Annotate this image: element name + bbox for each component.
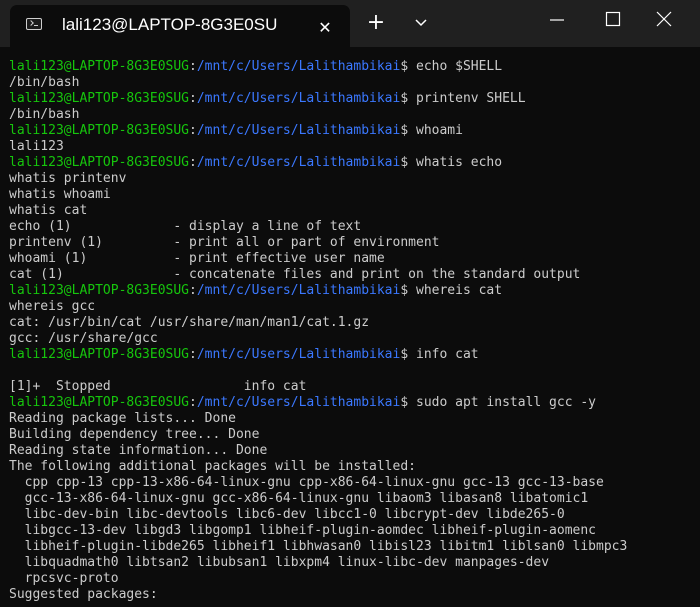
output-line: The following additional packages will b… [9, 459, 416, 475]
prompt-path: /mnt/c/Users/Lalithambikai [196, 347, 401, 362]
output-line: /bin/bash [9, 107, 79, 123]
output-text: The following additional packages will b… [9, 459, 416, 474]
tab-close-button[interactable]: ✕ [310, 14, 340, 42]
prompt-path: /mnt/c/Users/Lalithambikai [196, 155, 401, 170]
prompt-path: /mnt/c/Users/Lalithambikai [196, 283, 401, 298]
prompt-line: lali123@LAPTOP-8G3E0SUG:/mnt/c/Users/Lal… [9, 59, 502, 75]
title-bar[interactable]: lali123@LAPTOP-8G3E0SU ✕ + [0, 0, 700, 47]
output-line: libc-dev-bin libc-devtools libc6-dev lib… [9, 507, 565, 523]
prompt-line: lali123@LAPTOP-8G3E0SUG:/mnt/c/Users/Lal… [9, 283, 502, 299]
output-text: libc-dev-bin libc-devtools libc6-dev lib… [9, 507, 565, 522]
command-text: $ echo $SHELL [400, 59, 503, 74]
output-line: whoami (1) - print effective user name [9, 251, 385, 267]
prompt-user: lali123@LAPTOP-8G3E0SUG [9, 59, 190, 74]
output-line: rpcsvc-proto [9, 571, 119, 587]
close-window-icon[interactable] [652, 10, 676, 30]
command-text: $ whatis echo [400, 155, 503, 170]
output-line: whatis whoami [9, 187, 111, 203]
output-line: echo (1) - display a line of text [9, 219, 361, 235]
output-text: cpp cpp-13 cpp-13-x86-64-linux-gnu cpp-x… [9, 475, 604, 490]
output-line: whereis gcc [9, 299, 95, 315]
output-line: Reading package lists... Done [9, 411, 236, 427]
output-line: gcc-13-x86-64-linux-gnu gcc-x86-64-linux… [9, 491, 589, 507]
prompt-user: lali123@LAPTOP-8G3E0SUG [9, 395, 190, 410]
prompt-user: lali123@LAPTOP-8G3E0SUG [9, 91, 190, 106]
output-text: Reading package lists... Done [9, 411, 236, 426]
chevron-down-icon[interactable] [408, 10, 434, 36]
output-text: /bin/bash [9, 107, 80, 122]
output-line: whatis cat [9, 203, 87, 219]
output-text: gcc-13-x86-64-linux-gnu gcc-x86-64-linux… [9, 491, 589, 506]
command-text: $ sudo apt install gcc -y [400, 395, 597, 410]
output-line: gcc: /usr/share/gcc [9, 331, 158, 347]
output-text: gcc: /usr/share/gcc [9, 331, 158, 346]
prompt-path: /mnt/c/Users/Lalithambikai [196, 123, 401, 138]
output-text: whereis gcc [9, 299, 96, 314]
output-line: cat: /usr/bin/cat /usr/share/man/man1/ca… [9, 315, 369, 331]
output-line: [1]+ Stopped info cat [9, 379, 306, 395]
prompt-separator: : [189, 347, 197, 362]
terminal-window: lali123@LAPTOP-8G3E0SU ✕ + lali123@LAPTO… [0, 0, 700, 607]
output-text: libheif-plugin-libde265 libheif1 libhwas… [9, 539, 628, 554]
output-text: Suggested packages: [9, 587, 158, 602]
output-line: Reading state information... Done [9, 443, 267, 459]
prompt-line: lali123@LAPTOP-8G3E0SUG:/mnt/c/Users/Lal… [9, 347, 479, 363]
output-text: cat (1) - concatenate files and print on… [9, 267, 581, 282]
maximize-icon[interactable] [601, 10, 625, 30]
output-text: /bin/bash [9, 75, 80, 90]
output-line: Building dependency tree... Done [9, 427, 259, 443]
prompt-separator: : [189, 123, 197, 138]
prompt-line: lali123@LAPTOP-8G3E0SUG:/mnt/c/Users/Lal… [9, 123, 463, 139]
output-text: whoami (1) - print effective user name [9, 251, 385, 266]
output-line: libquadmath0 libtsan2 libubsan1 libxpm4 … [9, 555, 549, 571]
output-text: libgcc-13-dev libgd3 libgomp1 libheif-pl… [9, 523, 596, 538]
output-text: Building dependency tree... Done [9, 427, 260, 442]
output-line: cpp cpp-13 cpp-13-x86-64-linux-gnu cpp-x… [9, 475, 604, 491]
output-line: cat (1) - concatenate files and print on… [9, 267, 580, 283]
output-text: cat: /usr/bin/cat /usr/share/man/man1/ca… [9, 315, 370, 330]
prompt-line: lali123@LAPTOP-8G3E0SUG:/mnt/c/Users/Lal… [9, 395, 596, 411]
minimize-icon[interactable] [545, 10, 569, 30]
prompt-line: lali123@LAPTOP-8G3E0SUG:/mnt/c/Users/Lal… [9, 91, 526, 107]
command-text: $ printenv SHELL [400, 91, 526, 106]
prompt-separator: : [189, 91, 197, 106]
prompt-separator: : [189, 283, 197, 298]
output-line: libheif-plugin-libde265 libheif1 libhwas… [9, 539, 628, 555]
command-text: $ whoami [400, 123, 463, 138]
prompt-path: /mnt/c/Users/Lalithambikai [196, 395, 401, 410]
prompt-user: lali123@LAPTOP-8G3E0SUG [9, 347, 190, 362]
tab-title: lali123@LAPTOP-8G3E0SU [62, 15, 278, 34]
output-text: whatis cat [9, 203, 88, 218]
prompt-separator: : [189, 395, 197, 410]
output-text: echo (1) - display a line of text [9, 219, 362, 234]
output-text: whatis printenv [9, 171, 127, 186]
output-text: lali123 [9, 139, 64, 154]
new-tab-button[interactable]: + [362, 8, 390, 38]
prompt-user: lali123@LAPTOP-8G3E0SUG [9, 123, 190, 138]
output-line: lali123 [9, 139, 64, 155]
prompt-path: /mnt/c/Users/Lalithambikai [196, 59, 401, 74]
output-line: /bin/bash [9, 75, 79, 91]
prompt-separator: : [189, 155, 197, 170]
output-line: whatis printenv [9, 171, 126, 187]
output-text: whatis whoami [9, 187, 111, 202]
prompt-user: lali123@LAPTOP-8G3E0SUG [9, 283, 190, 298]
prompt-user: lali123@LAPTOP-8G3E0SUG [9, 155, 190, 170]
output-text: Reading state information... Done [9, 443, 268, 458]
terminal-output[interactable]: lali123@LAPTOP-8G3E0SUG:/mnt/c/Users/Lal… [0, 59, 700, 607]
output-line: libgcc-13-dev libgd3 libgomp1 libheif-pl… [9, 523, 596, 539]
terminal-icon [26, 18, 42, 30]
output-text: printenv (1) - print all or part of envi… [9, 235, 440, 250]
output-line: Suggested packages: [9, 587, 158, 603]
command-text: $ info cat [400, 347, 479, 362]
command-text: $ whereis cat [400, 283, 503, 298]
output-text: rpcsvc-proto [9, 571, 119, 586]
terminal-tab[interactable]: lali123@LAPTOP-8G3E0SU ✕ [10, 5, 350, 47]
output-text: libquadmath0 libtsan2 libubsan1 libxpm4 … [9, 555, 550, 570]
prompt-line: lali123@LAPTOP-8G3E0SUG:/mnt/c/Users/Lal… [9, 155, 502, 171]
prompt-path: /mnt/c/Users/Lalithambikai [196, 91, 401, 106]
output-text: [1]+ Stopped info cat [9, 379, 307, 394]
output-line: printenv (1) - print all or part of envi… [9, 235, 439, 251]
prompt-separator: : [189, 59, 197, 74]
